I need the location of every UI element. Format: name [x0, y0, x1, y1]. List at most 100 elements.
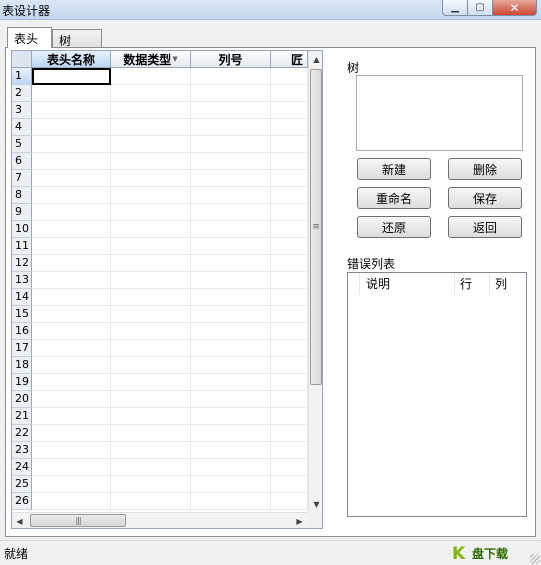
- row-header[interactable]: 11: [12, 238, 32, 255]
- rename-button[interactable]: 重命名: [357, 187, 431, 209]
- table-cell[interactable]: [271, 85, 308, 102]
- table-cell[interactable]: [191, 323, 271, 340]
- table-cell[interactable]: [111, 391, 191, 408]
- table-cell[interactable]: [32, 221, 111, 238]
- table-cell[interactable]: [32, 340, 111, 357]
- table-cell[interactable]: [191, 170, 271, 187]
- table-cell[interactable]: [111, 255, 191, 272]
- table-cell[interactable]: [271, 68, 308, 85]
- table-cell[interactable]: [111, 187, 191, 204]
- table-cell[interactable]: [32, 476, 111, 493]
- row-header[interactable]: 3: [12, 102, 32, 119]
- table-cell[interactable]: [271, 408, 308, 425]
- table-cell[interactable]: [191, 187, 271, 204]
- table-cell[interactable]: [111, 459, 191, 476]
- row-header[interactable]: 6: [12, 153, 32, 170]
- table-cell[interactable]: [271, 187, 308, 204]
- table-cell[interactable]: [32, 102, 111, 119]
- row-header[interactable]: 13: [12, 272, 32, 289]
- table-cell[interactable]: [191, 476, 271, 493]
- table-cell[interactable]: [271, 357, 308, 374]
- table-cell[interactable]: [32, 442, 111, 459]
- table-cell[interactable]: [32, 153, 111, 170]
- table-cell[interactable]: [191, 357, 271, 374]
- close-button[interactable]: ✕: [493, 0, 537, 16]
- table-cell[interactable]: [191, 340, 271, 357]
- restore-button[interactable]: 还原: [357, 216, 431, 238]
- row-header[interactable]: 15: [12, 306, 32, 323]
- table-cell[interactable]: [32, 85, 111, 102]
- error-column-column[interactable]: 列: [490, 273, 526, 295]
- table-cell[interactable]: [111, 85, 191, 102]
- table-cell[interactable]: [111, 425, 191, 442]
- table-cell[interactable]: [271, 306, 308, 323]
- table-cell[interactable]: [32, 323, 111, 340]
- table-cell[interactable]: [32, 255, 111, 272]
- horizontal-scrollbar[interactable]: ◀ ||| ▶: [12, 512, 308, 528]
- table-cell[interactable]: [191, 85, 271, 102]
- row-header[interactable]: 18: [12, 357, 32, 374]
- table-cell[interactable]: [32, 425, 111, 442]
- table-cell[interactable]: [191, 374, 271, 391]
- table-cell[interactable]: [111, 119, 191, 136]
- table-cell[interactable]: [271, 289, 308, 306]
- minimize-button[interactable]: ▁: [442, 0, 468, 16]
- table-cell[interactable]: [191, 408, 271, 425]
- row-header[interactable]: 1: [12, 68, 32, 85]
- row-header[interactable]: 5: [12, 136, 32, 153]
- table-cell[interactable]: [111, 153, 191, 170]
- table-cell[interactable]: [191, 136, 271, 153]
- table-cell[interactable]: [111, 306, 191, 323]
- table-cell[interactable]: [111, 357, 191, 374]
- row-header[interactable]: 22: [12, 425, 32, 442]
- row-header[interactable]: 12: [12, 255, 32, 272]
- table-cell[interactable]: [111, 442, 191, 459]
- table-cell[interactable]: [32, 68, 111, 85]
- table-cell[interactable]: [271, 255, 308, 272]
- table-cell[interactable]: [111, 68, 191, 85]
- row-header[interactable]: 26: [12, 493, 32, 510]
- table-cell[interactable]: [191, 221, 271, 238]
- table-cell[interactable]: [191, 306, 271, 323]
- table-cell[interactable]: [271, 221, 308, 238]
- table-cell[interactable]: [191, 272, 271, 289]
- column-header-column-number[interactable]: 列号: [191, 51, 271, 68]
- table-cell[interactable]: [191, 493, 271, 510]
- table-cell[interactable]: [271, 153, 308, 170]
- table-cell[interactable]: [32, 170, 111, 187]
- column-header-datatype[interactable]: 数据类型 ▼: [111, 51, 191, 68]
- error-list[interactable]: 说明 行 列: [347, 272, 527, 517]
- tab-header[interactable]: 表头: [7, 27, 52, 48]
- table-cell[interactable]: [191, 102, 271, 119]
- row-header[interactable]: 14: [12, 289, 32, 306]
- table-cell[interactable]: [271, 238, 308, 255]
- row-header[interactable]: 7: [12, 170, 32, 187]
- row-header[interactable]: 10: [12, 221, 32, 238]
- table-cell[interactable]: [191, 459, 271, 476]
- table-cell[interactable]: [32, 459, 111, 476]
- table-cell[interactable]: [111, 289, 191, 306]
- table-cell[interactable]: [191, 153, 271, 170]
- table-cell[interactable]: [271, 136, 308, 153]
- delete-button[interactable]: 删除: [448, 158, 522, 180]
- column-header-truncated[interactable]: 匠: [271, 51, 308, 68]
- row-header[interactable]: 8: [12, 187, 32, 204]
- table-cell[interactable]: [32, 136, 111, 153]
- table-cell[interactable]: [191, 204, 271, 221]
- horizontal-scroll-thumb[interactable]: |||: [30, 514, 126, 527]
- table-cell[interactable]: [271, 425, 308, 442]
- table-cell[interactable]: [32, 357, 111, 374]
- table-cell[interactable]: [32, 306, 111, 323]
- row-header[interactable]: 19: [12, 374, 32, 391]
- table-cell[interactable]: [191, 391, 271, 408]
- table-cell[interactable]: [111, 323, 191, 340]
- table-cell[interactable]: [271, 391, 308, 408]
- table-cell[interactable]: [191, 289, 271, 306]
- table-cell[interactable]: [111, 102, 191, 119]
- table-cell[interactable]: [191, 68, 271, 85]
- tree-view[interactable]: [356, 75, 523, 151]
- table-cell[interactable]: [111, 374, 191, 391]
- table-cell[interactable]: [271, 119, 308, 136]
- table-cell[interactable]: [32, 408, 111, 425]
- row-header[interactable]: 17: [12, 340, 32, 357]
